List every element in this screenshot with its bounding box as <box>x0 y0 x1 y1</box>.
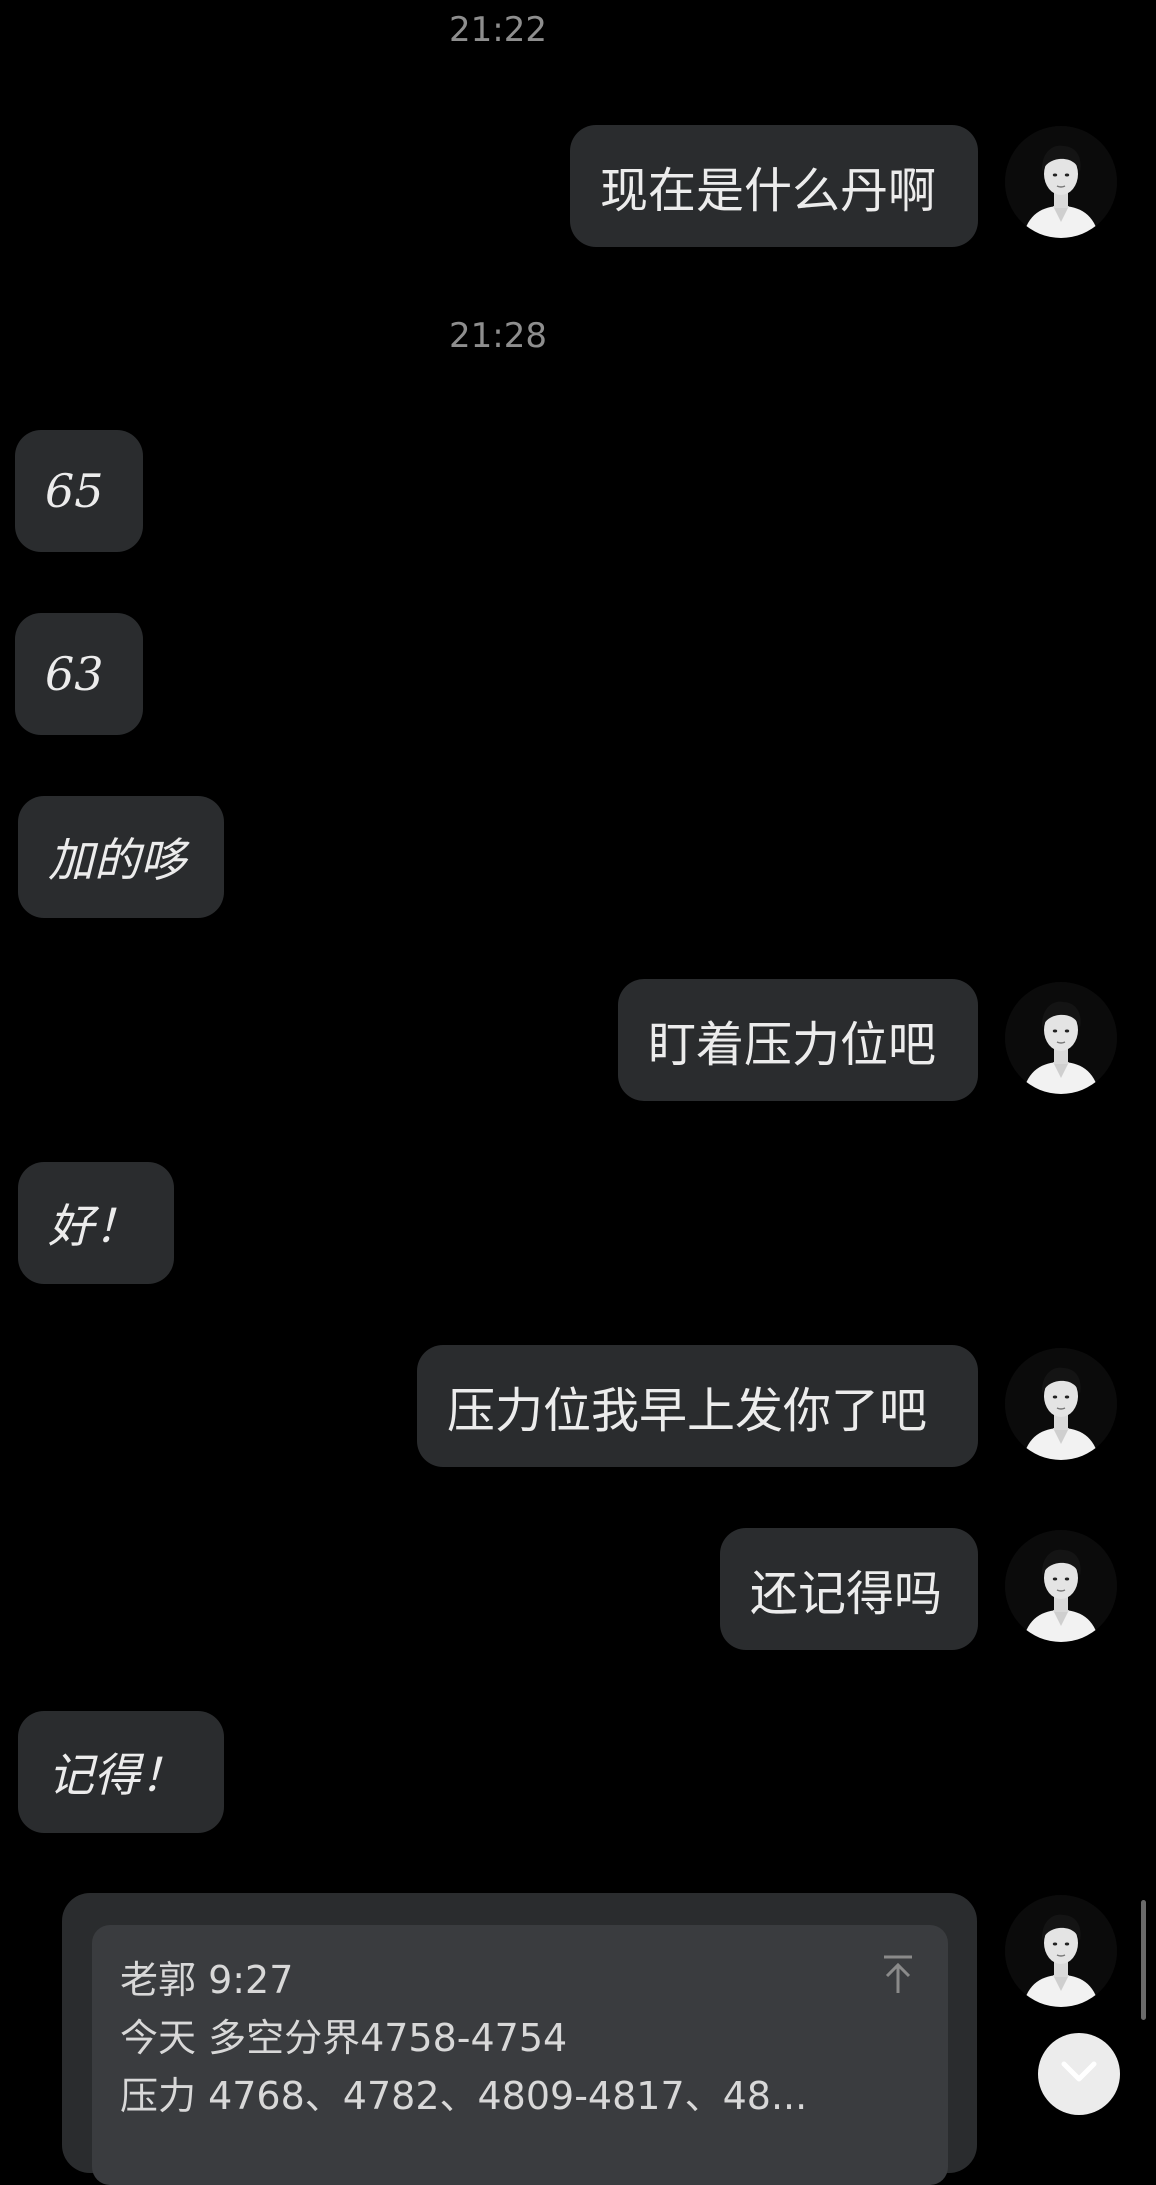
timestamp: 21:22 <box>449 10 547 50</box>
message-bubble-outgoing[interactable]: 盯着压力位吧 <box>618 979 978 1101</box>
avatar-image <box>1005 1348 1117 1460</box>
collapse-up-icon[interactable] <box>878 1953 918 1997</box>
quote-line: 压力 4768、4782、4809-4817、48... <box>120 2074 808 2118</box>
avatar-image <box>1005 1530 1117 1642</box>
scroll-to-bottom-button[interactable] <box>1038 2033 1120 2115</box>
avatar[interactable] <box>1005 1348 1117 1460</box>
scrollbar[interactable] <box>1141 1900 1146 2020</box>
avatar-image <box>1005 1895 1117 2007</box>
message-bubble-incoming[interactable]: 65 <box>15 430 143 552</box>
message-bubble-incoming[interactable]: 好！ <box>18 1162 174 1284</box>
message-text: 还记得吗 <box>750 1566 943 1622</box>
message-text: 压力位我早上发你了吧 <box>447 1383 928 1439</box>
avatar-image <box>1005 126 1117 238</box>
avatar[interactable] <box>1005 1530 1117 1642</box>
message-bubble-incoming[interactable]: 加的哆 <box>18 796 224 918</box>
timestamp: 21:28 <box>449 316 547 356</box>
quote-line: 今天 多空分界4758-4754 <box>120 2016 568 2060</box>
message-bubble-incoming[interactable]: 63 <box>15 613 143 735</box>
avatar-image <box>1005 982 1117 1094</box>
message-text: 现在是什么丹啊 <box>600 163 937 219</box>
message-text: 盯着压力位吧 <box>648 1017 937 1073</box>
message-text: 记得！ <box>48 1748 186 1802</box>
quote-author-time: 老郭 9:27 <box>120 1958 294 2002</box>
message-bubble-outgoing[interactable]: 现在是什么丹啊 <box>570 125 978 247</box>
avatar[interactable] <box>1005 1895 1117 2007</box>
message-text: 63 <box>45 647 104 701</box>
avatar[interactable] <box>1005 982 1117 1094</box>
message-text: 好！ <box>48 1199 140 1253</box>
message-bubble-incoming[interactable]: 记得！ <box>18 1711 224 1833</box>
message-text: 加的哆 <box>48 833 186 887</box>
message-bubble-outgoing[interactable]: 还记得吗 <box>720 1528 978 1650</box>
quoted-message-bubble[interactable]: 老郭 9:27 今天 多空分界4758-4754 压力 4768、4782、48… <box>62 1893 977 2185</box>
chevron-down-icon <box>1059 2059 1099 2089</box>
message-bubble-outgoing[interactable]: 压力位我早上发你了吧 <box>417 1345 978 1467</box>
message-text: 65 <box>45 464 104 518</box>
avatar[interactable] <box>1005 126 1117 238</box>
quote-preview[interactable]: 老郭 9:27 今天 多空分界4758-4754 压力 4768、4782、48… <box>92 1925 948 2185</box>
